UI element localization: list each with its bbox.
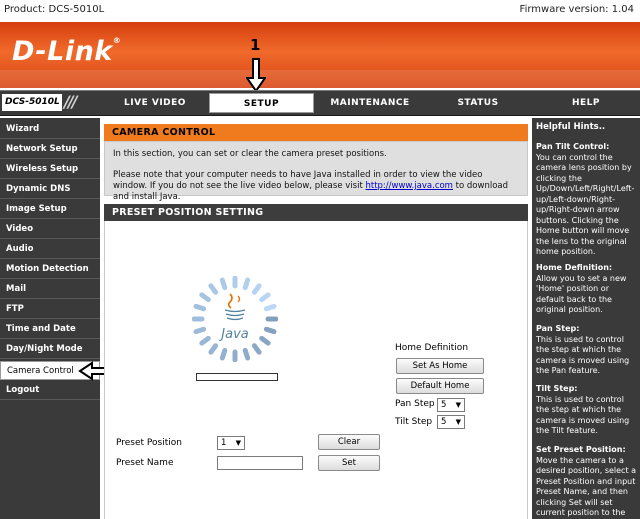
intro-java-note: Please note that your computer needs to … (113, 170, 509, 202)
hint-home-definition: Home Definition: Allow you to set a new '… (536, 263, 627, 314)
sidebar-item-image-setup[interactable]: Image Setup (0, 200, 100, 219)
spinner-dash (242, 277, 251, 291)
spinner-dash (219, 277, 228, 291)
annotation-arrow-down-icon (246, 58, 266, 92)
tilt-step-label: Tilt Step (395, 417, 433, 427)
preset-position-label: Preset Position (116, 438, 182, 448)
spinner-dash (259, 335, 271, 346)
pan-step-select[interactable]: 5 ▼ (437, 398, 465, 412)
spinner-dash (219, 347, 228, 361)
set-as-home-button[interactable]: Set As Home (396, 358, 484, 374)
set-button[interactable]: Set (318, 455, 380, 471)
sidebar-item-day-night-mode[interactable]: Day/Night Mode (0, 340, 100, 359)
tab-maintenance[interactable]: MAINTENANCE (318, 93, 422, 113)
brand-banner: D-Link® (0, 22, 640, 88)
java-loading-icon: Java (192, 276, 278, 362)
model-badge: DCS-5010L (2, 94, 62, 111)
sidebar-item-mail[interactable]: Mail (0, 280, 100, 299)
spinner-dash (263, 303, 277, 312)
chevron-down-icon: ▼ (235, 439, 241, 447)
nav-slashes-decoration: /// (64, 92, 77, 111)
spinner-dash (193, 326, 207, 335)
preset-name-input[interactable] (217, 456, 303, 470)
preset-position-select[interactable]: 1 ▼ (217, 436, 245, 450)
annotation-marker-1: 1 (250, 36, 261, 54)
java-progress-bar (196, 373, 278, 381)
intro-line-1: In this section, you can set or clear th… (113, 149, 387, 159)
sidebar-item-audio[interactable]: Audio (0, 240, 100, 259)
sidebar-item-video[interactable]: Video (0, 220, 100, 239)
hint-pan-step: Pan Step: This is used to control the ste… (536, 324, 630, 375)
spinner-dash (199, 335, 211, 346)
spinner-dash (199, 292, 211, 303)
camera-control-title: CAMERA CONTROL (104, 124, 528, 141)
helpful-hints-panel: Helpful Hints.. Pan Tilt Control: You can… (532, 118, 640, 519)
banner-stripe (0, 70, 640, 88)
sidebar-item-network-setup[interactable]: Network Setup (0, 140, 100, 159)
spinner-dash (263, 326, 277, 335)
camera-control-intro: In this section, you can set or clear th… (104, 141, 528, 202)
chevron-down-icon: ▼ (455, 418, 461, 426)
sidebar-item-time-and-date[interactable]: Time and Date (0, 320, 100, 339)
hint-pan-tilt: Pan Tilt Control: You can control the cam… (536, 142, 635, 256)
spinner-dash (259, 292, 271, 303)
hint-tilt-step: Tilt Step: This is used to control the st… (536, 384, 630, 435)
tab-live-video[interactable]: LIVE VIDEO (106, 93, 204, 113)
hint-set-preset-position: Set Preset Position: Move the camera to a… (536, 445, 637, 519)
hints-title: Helpful Hints.. (536, 122, 606, 132)
default-home-button[interactable]: Default Home (396, 378, 484, 394)
sidebar-item-wizard[interactable]: Wizard (0, 120, 100, 139)
pan-step-label: Pan Step (395, 399, 435, 409)
product-label: Product: DCS-5010L (4, 4, 105, 15)
tab-help[interactable]: HELP (534, 93, 638, 113)
java-cup-icon (224, 293, 246, 321)
java-download-link[interactable]: http://www.java.com (365, 181, 452, 191)
setup-sidebar: Wizard Network Setup Wireless Setup Dyna… (0, 118, 100, 519)
sidebar-item-wireless-setup[interactable]: Wireless Setup (0, 160, 100, 179)
main-nav-bar: DCS-5010L /// LIVE VIDEO SETUP MAINTENAN… (0, 90, 640, 116)
firmware-label: Firmware version: 1.04 (519, 4, 634, 15)
tilt-step-select[interactable]: 5 ▼ (437, 415, 465, 429)
dlink-logo: D-Link® (12, 36, 122, 67)
tab-status[interactable]: STATUS (426, 93, 530, 113)
spinner-dash (251, 343, 262, 355)
sidebar-item-motion-detection[interactable]: Motion Detection (0, 260, 100, 279)
clear-button[interactable]: Clear (318, 434, 380, 450)
java-label: Java (218, 327, 248, 342)
spinner-dash (242, 347, 251, 361)
home-definition-label: Home Definition (395, 343, 469, 353)
spinner-dash (251, 283, 262, 295)
sidebar-item-dynamic-dns[interactable]: Dynamic DNS (0, 180, 100, 199)
top-info-bar: Product: DCS-5010L Firmware version: 1.0… (0, 0, 640, 23)
preset-position-title: PRESET POSITION SETTING (104, 204, 528, 221)
spinner-dash (193, 303, 207, 312)
spinner-dash (208, 343, 219, 355)
sidebar-item-logout[interactable]: Logout (0, 381, 100, 400)
tab-setup[interactable]: SETUP (209, 93, 314, 113)
sidebar-item-ftp[interactable]: FTP (0, 300, 100, 319)
spinner-dash (208, 283, 219, 295)
preset-name-label: Preset Name (116, 458, 174, 468)
chevron-down-icon: ▼ (455, 401, 461, 409)
